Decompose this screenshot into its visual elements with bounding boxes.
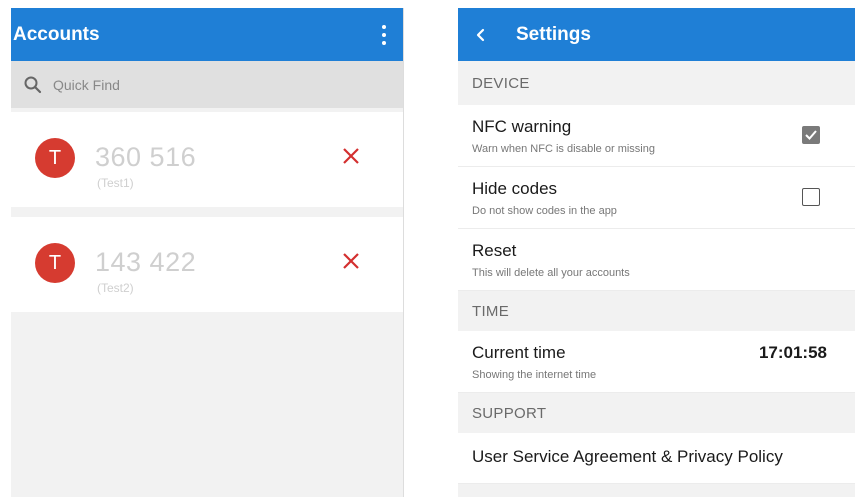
section-header-support: SUPPORT — [472, 404, 547, 422]
setting-title: Hide codes — [472, 179, 558, 198]
nfc-warning-checkbox[interactable] — [802, 126, 820, 144]
setting-reset[interactable]: Reset This will delete all your accounts — [458, 229, 855, 291]
account-name: (Test1) — [97, 176, 134, 190]
settings-title: Settings — [516, 23, 591, 45]
setting-subtitle: Warn when NFC is disable or missing — [472, 143, 655, 155]
search-input[interactable] — [51, 75, 355, 94]
setting-subtitle: Showing the internet time — [472, 369, 597, 381]
account-code: 360 516 — [95, 142, 197, 172]
account-code: 143 422 — [95, 247, 197, 277]
search-icon — [24, 76, 42, 93]
accounts-title: Accounts — [13, 23, 100, 45]
setting-title: User Service Agreement & Privacy Policy — [472, 447, 783, 466]
setting-hide-codes[interactable]: Hide codes Do not show codes in the app — [458, 167, 855, 229]
close-icon[interactable] — [342, 147, 360, 165]
setting-title: NFC warning — [472, 117, 572, 136]
account-item[interactable]: T 143 422 (Test2) — [11, 217, 403, 312]
setting-current-time: Current time Showing the internet time 1… — [458, 331, 855, 393]
kebab-menu-icon[interactable] — [381, 25, 387, 45]
settings-app-bar: Settings — [458, 8, 855, 61]
setting-privacy-policy[interactable]: User Service Agreement & Privacy Policy — [458, 433, 855, 484]
section-header-time: TIME — [472, 302, 510, 320]
chevron-left-icon[interactable] — [474, 28, 486, 42]
check-icon — [805, 130, 817, 140]
setting-title: Current time — [472, 343, 566, 362]
accounts-app-bar: Accounts — [11, 8, 403, 61]
setting-title: Reset — [472, 241, 517, 260]
account-name: (Test2) — [97, 281, 134, 295]
account-item[interactable]: T 360 516 (Test1) — [11, 112, 403, 207]
quick-find-bar — [11, 61, 403, 108]
accounts-list: T 360 516 (Test1) T 143 422 (Test2) — [11, 108, 403, 312]
avatar: T — [35, 243, 75, 283]
setting-nfc-warning[interactable]: NFC warning Warn when NFC is disable or … — [458, 105, 855, 167]
setting-subtitle: Do not show codes in the app — [472, 205, 617, 217]
settings-screen: Settings DEVICE NFC warning Warn when NF… — [458, 8, 855, 497]
current-time-value: 17:01:58 — [758, 343, 827, 362]
avatar: T — [35, 138, 75, 178]
accounts-screen: Accounts T 360 516 (Test1) T 143 422 (Te… — [11, 8, 404, 497]
section-header-device: DEVICE — [472, 74, 530, 92]
setting-subtitle: This will delete all your accounts — [472, 267, 630, 279]
hide-codes-checkbox[interactable] — [802, 188, 820, 206]
close-icon[interactable] — [342, 252, 360, 270]
